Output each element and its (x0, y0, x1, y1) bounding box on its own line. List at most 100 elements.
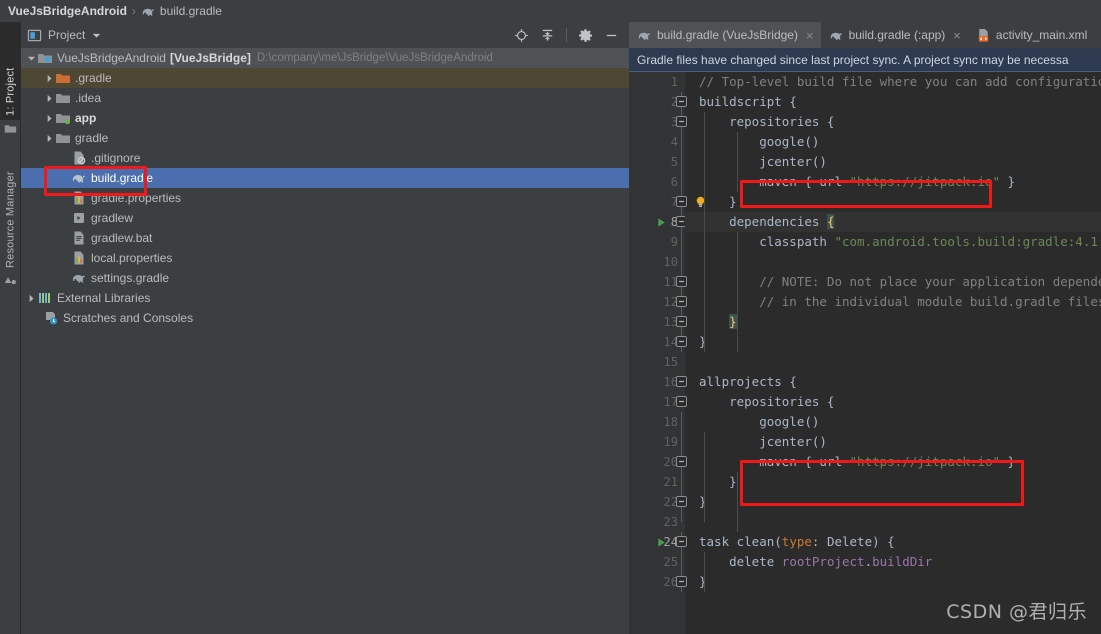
tree-row-external-libraries[interactable]: External Libraries (21, 288, 629, 308)
code-line: } (685, 472, 1101, 492)
code-span: : Delete) { (811, 534, 895, 549)
code-line: repositories { (685, 112, 1101, 132)
tree-row-label: gradle.properties (91, 191, 182, 205)
editor-tab-build-gradle-root[interactable]: build.gradle (VueJsBridge) × (629, 22, 821, 48)
tree-row-dot-gradle[interactable]: .gradle (21, 68, 629, 88)
code-line: } (685, 192, 1101, 212)
folder-icon (56, 134, 70, 143)
left-tool-strip: 1: Project Resource Manager (0, 22, 21, 634)
chevron-right-icon[interactable] (43, 68, 55, 88)
chevron-right-icon[interactable] (43, 108, 55, 128)
code-editor[interactable]: 1 2 3 4 5 6 7 8 9 10 11 12 13 14 15 16 1 (629, 72, 1101, 634)
editor-tab-label: build.gradle (VueJsBridge) (657, 28, 798, 42)
code-span: } (729, 314, 737, 329)
collapse-all-icon[interactable] (540, 28, 555, 43)
chevron-right-icon[interactable] (43, 128, 55, 148)
editor-tab-activity-main-xml[interactable]: activity_main.xml (967, 22, 1095, 48)
tree-row-build-gradle[interactable]: build.gradle (21, 168, 629, 188)
tree-row-settings-gradle[interactable]: settings.gradle (21, 268, 629, 288)
tree-row-gradlew-bat[interactable]: gradlew.bat (21, 228, 629, 248)
gradle-sync-notification-text: Gradle files have changed since last pro… (637, 52, 1069, 67)
chevron-right-icon[interactable] (25, 288, 37, 308)
tree-row-gradle-properties[interactable]: gradle.properties (21, 188, 629, 208)
tree-row-gitignore[interactable]: .gitignore (21, 148, 629, 168)
project-panel-title[interactable]: Project (27, 28, 102, 43)
code-span: maven { url (699, 174, 850, 189)
sidebar-item-resource-manager-label: Resource Manager (4, 171, 17, 268)
code-line: } (685, 492, 1101, 512)
breadcrumb-leaf[interactable]: build.gradle (141, 4, 222, 19)
code-span: repositories { (699, 394, 835, 409)
code-line: // Top-level build file where you can ad… (685, 72, 1101, 92)
tree-row-dot-idea[interactable]: .idea (21, 88, 629, 108)
code-span: "https://jitpack.io" (849, 454, 1001, 469)
breadcrumb-root[interactable]: VueJsBridgeAndroid (8, 4, 127, 18)
watermark: CSDN @君归乐 (946, 601, 1087, 623)
code-span: jcenter() (699, 434, 827, 449)
code-span: "https://jitpack.io" (849, 174, 1001, 189)
code-line: } (685, 312, 1101, 332)
project-root-icon (38, 54, 52, 63)
tree-row-label: VueJsBridgeAndroid (57, 51, 166, 65)
libraries-icon (39, 293, 50, 303)
close-icon[interactable]: × (953, 29, 961, 42)
tree-row-gradle[interactable]: gradle (21, 128, 629, 148)
hide-panel-icon[interactable] (604, 28, 619, 43)
code-span: repositories { (699, 114, 835, 129)
chevron-down-icon[interactable] (91, 30, 102, 41)
chevron-right-icon[interactable] (43, 88, 55, 108)
code-line: repositories { (685, 392, 1101, 412)
editor-tab-build-gradle-app[interactable]: build.gradle (:app) × (820, 22, 968, 48)
android-studio-window: VueJsBridgeAndroid › build.gradle 1: Pro… (0, 0, 1101, 634)
tree-row-label: app (75, 111, 97, 125)
tree-row-app[interactable]: app (21, 108, 629, 128)
editor-tab-label: activity_main.xml (995, 28, 1088, 42)
code-text[interactable]: // Top-level build file where you can ad… (685, 72, 1101, 634)
tree-row-scratches-and-consoles[interactable]: Scratches and Consoles (21, 308, 629, 328)
chevron-down-icon[interactable] (25, 48, 37, 68)
tree-row-label: settings.gradle (91, 271, 170, 285)
tree-row-path: D:\company\me\JsBridge\VueJsBridgeAndroi… (256, 52, 493, 64)
tree-row-label: build.gradle (91, 171, 154, 185)
code-line: jcenter() (685, 432, 1101, 452)
sidebar-item-resource-manager[interactable]: Resource Manager (0, 130, 21, 272)
tree-row-local-properties[interactable]: local.properties (21, 248, 629, 268)
code-span: { (826, 214, 835, 229)
sidebar-item-project[interactable]: 1: Project (0, 22, 21, 120)
code-line: } (685, 332, 1101, 352)
settings-gear-icon[interactable] (578, 28, 593, 43)
tree-row-label: local.properties (91, 251, 173, 265)
gradle-elephant-icon (73, 275, 85, 283)
properties-icon (74, 251, 84, 265)
code-span: type (781, 534, 812, 549)
project-tree[interactable]: VueJsBridgeAndroid [VueJsBridge] D:\comp… (21, 48, 629, 634)
tree-row-project-root[interactable]: VueJsBridgeAndroid [VueJsBridge] D:\comp… (21, 48, 629, 68)
code-span: rootProject (781, 554, 865, 569)
code-line: jcenter() (685, 152, 1101, 172)
tree-row-label: Scratches and Consoles (63, 311, 194, 325)
tree-row-label: .gradle (75, 71, 112, 85)
close-icon[interactable]: × (806, 29, 814, 42)
gradle-sync-notification[interactable]: Gradle files have changed since last pro… (629, 48, 1101, 72)
code-span: classpath (699, 234, 835, 249)
code-span: buildDir (872, 554, 933, 569)
toolbar-divider (566, 28, 567, 42)
code-line: maven { url "https://jitpack.io" } (685, 452, 1101, 472)
tree-row-gradlew[interactable]: gradlew (21, 208, 629, 228)
run-gutter-icon[interactable] (656, 537, 667, 548)
code-line: google() (685, 412, 1101, 432)
code-span: task clean( (699, 534, 782, 549)
folder-orange-icon (56, 74, 70, 83)
tree-row-label: .idea (75, 91, 102, 105)
code-span: buildscript { (699, 94, 797, 109)
tree-row-label: .gitignore (91, 151, 141, 165)
code-span: dependencies (699, 214, 827, 229)
tree-row-label: gradlew (91, 211, 134, 225)
tree-row-module: [VueJsBridge] (169, 51, 251, 65)
run-gutter-icon[interactable] (656, 217, 667, 228)
code-span: // Top-level build file where you can ad… (699, 74, 1101, 89)
code-span: // in the individual module build.gradle… (699, 294, 1101, 309)
code-line: // in the individual module build.gradle… (685, 292, 1101, 312)
locate-target-icon[interactable] (514, 28, 529, 43)
